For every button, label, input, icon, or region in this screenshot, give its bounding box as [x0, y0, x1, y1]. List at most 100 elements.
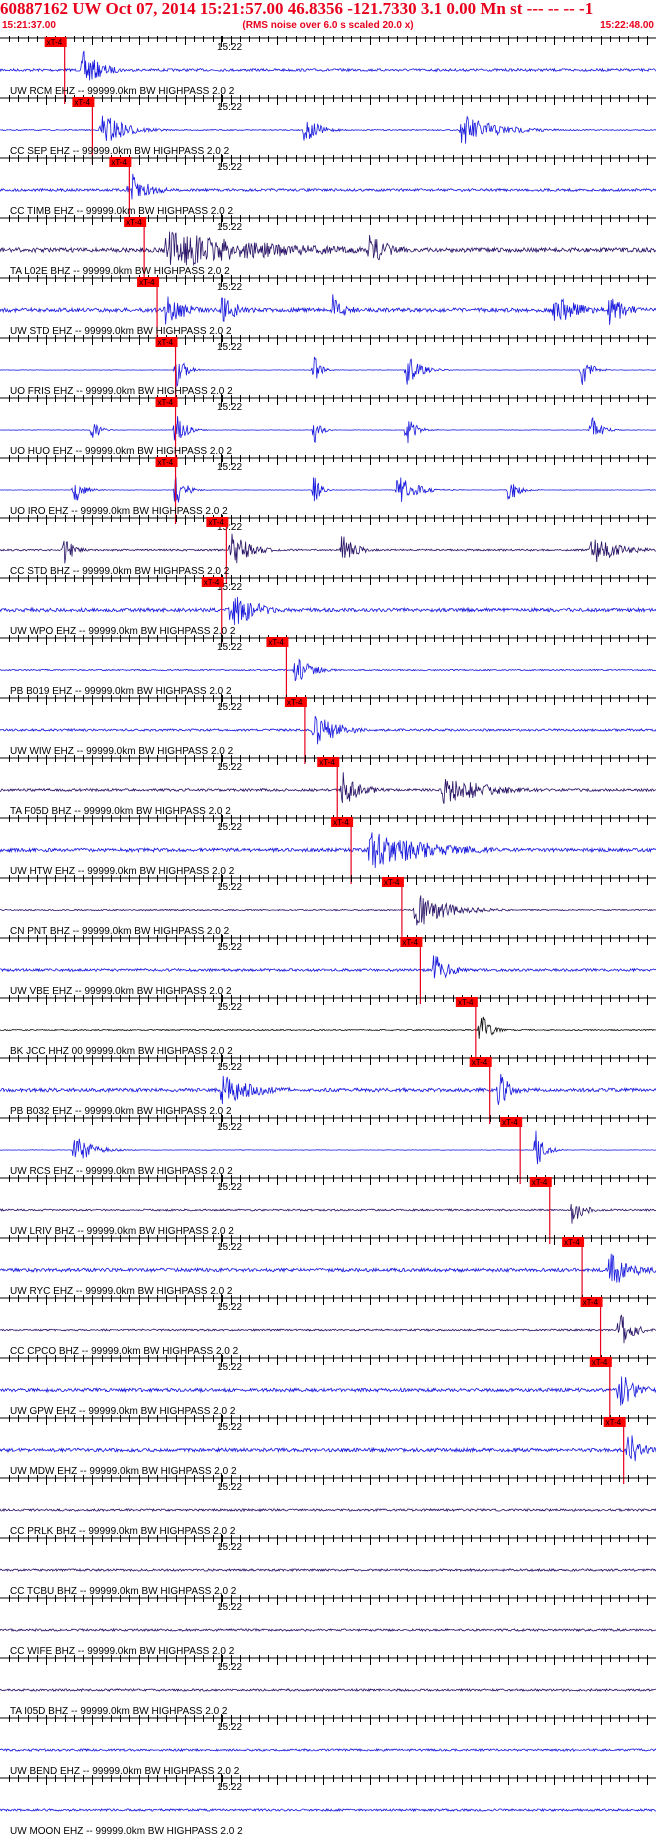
minute-label: 15:22 [217, 1662, 242, 1673]
minute-label: 15:22 [217, 942, 242, 953]
pick-label: xT-4 [583, 1298, 599, 1307]
minute-label: 15:22 [217, 1782, 242, 1793]
channel-label: PB B019 EHZ -- 99999.0km BW HIGHPASS 2.0… [10, 686, 232, 697]
minute-label: 15:22 [217, 1482, 242, 1493]
channel-label: UW WPO EHZ -- 99999.0km BW HIGHPASS 2.0 … [10, 626, 236, 637]
minute-label: 15:22 [217, 162, 242, 173]
waveform-trace [0, 1016, 656, 1039]
waveform-trace [0, 115, 656, 144]
waveform-trace [0, 772, 656, 804]
waveform-trace [0, 596, 656, 625]
pick-label: xT-4 [472, 1058, 488, 1067]
channel-label: UW GPW EHZ -- 99999.0km BW HIGHPASS 2.0 … [10, 1406, 236, 1417]
channel-label: UW BEND EHZ -- 99999.0km BW HIGHPASS 2.0… [10, 1766, 240, 1777]
waveform-trace [0, 658, 656, 682]
minute-label: 15:22 [217, 762, 242, 773]
pick-label: xT-4 [402, 938, 418, 947]
event-title: 60887162 UW Oct 07, 2014 15:21:57.00 46.… [0, 0, 594, 18]
channel-label: CC SEP EHZ -- 99999.0km BW HIGHPASS 2.0 … [10, 146, 230, 157]
pick-label: xT-4 [158, 458, 174, 467]
waveform-trace [0, 1253, 656, 1283]
minute-label: 15:22 [217, 1182, 242, 1193]
channel-label: UW MDW EHZ -- 99999.0km BW HIGHPASS 2.0 … [10, 1466, 237, 1477]
waveform-trace [0, 173, 656, 200]
pick-label: xT-4 [333, 818, 349, 827]
minute-label: 15:22 [217, 1542, 242, 1553]
channel-label: UW RCS EHZ -- 99999.0km BW HIGHPASS 2.0 … [10, 1166, 233, 1177]
channel-label: UO IRO EHZ -- 99999.0km BW HIGHPASS 2.0 … [10, 506, 228, 517]
waveform-trace [0, 1687, 656, 1693]
minute-label: 15:22 [217, 342, 242, 353]
pick-label: xT-4 [532, 1178, 548, 1187]
waveform-trace [0, 1507, 656, 1513]
channel-label: CC TCBU BHZ -- 99999.0km BW HIGHPASS 2.0… [10, 1586, 237, 1597]
noise-note: (RMS noise over 6.0 s scaled 20.0 x) [242, 20, 414, 31]
waveform-trace [0, 1130, 656, 1165]
pick-label: xT-4 [319, 758, 335, 767]
pick-label: xT-4 [158, 398, 174, 407]
waveform-trace [0, 1627, 656, 1633]
waveform-trace [0, 231, 656, 267]
minute-label: 15:22 [217, 1122, 242, 1133]
channel-label: UW HTW EHZ -- 99999.0km BW HIGHPASS 2.0 … [10, 866, 235, 877]
pick-label: xT-4 [126, 218, 142, 227]
channel-label: CN PNT BHZ -- 99999.0km BW HIGHPASS 2.0 … [10, 926, 230, 937]
waveform-trace [0, 477, 656, 503]
channel-label: UW LRIV BHZ -- 99999.0km BW HIGHPASS 2.0… [10, 1226, 234, 1237]
pick-label: xT-4 [564, 1238, 580, 1247]
channel-label: UO FRIS EHZ -- 99999.0km BW HIGHPASS 2.0… [10, 386, 233, 397]
minute-label: 15:22 [217, 1302, 242, 1313]
minute-label: 15:22 [217, 702, 242, 713]
waveform-trace [0, 294, 656, 325]
waveform-trace [0, 1203, 656, 1224]
waveform-trace [0, 832, 656, 869]
waveform-trace [0, 955, 656, 979]
waveform-trace [0, 1314, 656, 1344]
pick-label: xT-4 [606, 1418, 622, 1427]
channel-label: TA I05D BHZ -- 99999.0km BW HIGHPASS 2.0… [10, 1706, 228, 1717]
pick-label: xT-4 [458, 998, 474, 1007]
minute-label: 15:22 [217, 882, 242, 893]
minute-label: 15:22 [217, 822, 242, 833]
channel-label: CC PRLK BHZ -- 99999.0km BW HIGHPASS 2.0… [10, 1526, 236, 1537]
waveform-trace [0, 1435, 656, 1462]
pick-label: xT-4 [502, 1118, 518, 1127]
minute-label: 15:22 [217, 1242, 242, 1253]
pick-label: xT-4 [208, 518, 224, 527]
pick-label: xT-4 [287, 698, 303, 707]
pick-label: xT-4 [47, 38, 63, 47]
pick-label: xT-4 [158, 338, 174, 347]
minute-label: 15:22 [217, 222, 242, 233]
seismogram-plot: 15:22 xT-4 UW RCM EHZ -- 99999.0km BW HIGH… [0, 36, 656, 1837]
minute-label: 15:22 [217, 1002, 242, 1013]
channel-label: UO HUO EHZ -- 99999.0km BW HIGHPASS 2.0 … [10, 446, 233, 457]
minute-label: 15:22 [217, 102, 242, 113]
channel-label: UW RCM EHZ -- 99999.0km BW HIGHPASS 2.0 … [10, 86, 235, 97]
pick-label: xT-4 [204, 578, 220, 587]
minute-label: 15:22 [217, 402, 242, 413]
channel-label: UW MOON EHZ -- 99999.0km BW HIGHPASS 2.0… [10, 1826, 243, 1837]
waveform-trace [0, 1807, 656, 1813]
minute-label: 15:22 [217, 42, 242, 53]
waveform-trace [0, 895, 656, 926]
channel-label: CC CPCO BHZ -- 99999.0km BW HIGHPASS 2.0… [10, 1346, 239, 1357]
minute-label: 15:22 [217, 1062, 242, 1073]
pick-label: xT-4 [111, 158, 127, 167]
pick-label: xT-4 [139, 278, 155, 287]
minute-label: 15:22 [217, 1422, 242, 1433]
pick-label: xT-4 [268, 638, 284, 647]
waveform-trace [0, 1073, 656, 1105]
waveform-trace [0, 1747, 656, 1753]
pick-label: xT-4 [74, 98, 90, 107]
channel-label: CC WIFE BHZ -- 99999.0km BW HIGHPASS 2.0… [10, 1646, 235, 1657]
channel-label: PB B032 EHZ -- 99999.0km BW HIGHPASS 2.0… [10, 1106, 232, 1117]
end-time: 15:22:48.00 [600, 20, 654, 31]
channel-label: UW RYC EHZ -- 99999.0km BW HIGHPASS 2.0 … [10, 1286, 233, 1297]
waveform-trace [0, 1567, 656, 1573]
waveform-trace [0, 533, 656, 564]
record-header: 60887162 UW Oct 07, 2014 15:21:57.00 46.… [0, 0, 656, 36]
pick-label: xT-4 [592, 1358, 608, 1367]
waveform-trace [0, 715, 656, 745]
channel-label: UW WIW EHZ -- 99999.0km BW HIGHPASS 2.0 … [10, 746, 234, 757]
minute-label: 15:22 [217, 1602, 242, 1613]
